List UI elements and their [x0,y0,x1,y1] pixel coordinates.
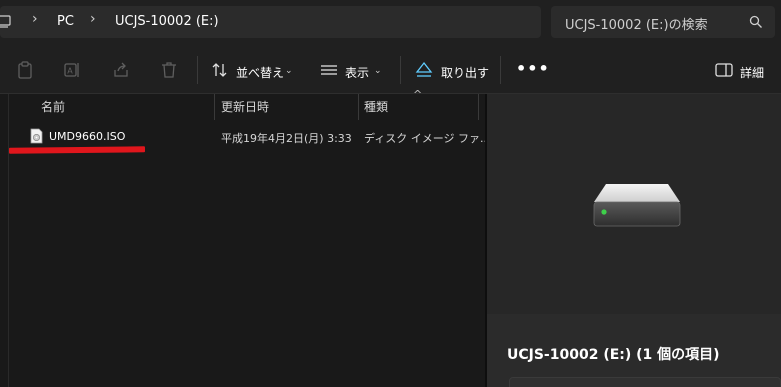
details-title: UCJS-10002 (E:) (1 個の項目) [507,347,720,363]
sort-icon [212,63,227,77]
column-resize-handle[interactable] [358,94,359,120]
nav-pane-border [8,94,9,387]
file-modified: 平成19年4月2日(月) 3:33 [221,132,352,145]
details-pane-icon [715,63,733,77]
share-icon[interactable] [112,61,130,79]
address-bar[interactable]: › PC › UCJS-10002 (E:) [0,6,541,38]
drive-icon [593,184,681,227]
eject-icon [415,61,433,77]
breadcrumb-separator[interactable]: › [90,11,96,27]
view-label: 表示 [345,66,370,80]
column-header-name[interactable]: 名前 [41,98,65,115]
paste-icon[interactable] [16,61,34,79]
search-icon [749,15,762,28]
more-options-button[interactable]: ••• [516,59,550,78]
file-list: 名前 更新日時 種類 ^ UMD9660.ISO 平成19年4月2日(月) 3:… [0,88,491,387]
pc-icon [0,15,11,28]
file-name: UMD9660.ISO [49,130,126,143]
disc-image-file-icon [30,128,43,144]
details-pane-label: 詳細 [740,66,765,80]
chevron-down-icon: ⌄ [285,66,293,76]
rename-icon[interactable]: A [63,61,81,79]
breadcrumb-separator[interactable]: › [32,11,38,27]
column-header-type[interactable]: 種類 [364,98,388,115]
column-header-modified[interactable]: 更新日時 [221,98,269,115]
file-type: ディスク イメージ ファ... [364,132,491,145]
command-bar: A 並べ替え ⌄ 表示 ⌄ 取り出す ••• 詳細 [0,46,781,94]
sort-label: 並べ替え [236,66,285,80]
toolbar-divider [197,56,198,84]
eject-label: 取り出す [441,66,490,80]
column-resize-handle[interactable] [214,94,215,120]
breadcrumb-drive[interactable]: UCJS-10002 (E:) [115,14,219,29]
search-placeholder: UCJS-10002 (E:)の検索 [565,18,708,33]
preview-area [487,94,781,314]
view-icon [321,65,337,75]
toolbar-divider [400,56,401,84]
details-pane: UCJS-10002 (E:) (1 個の項目) [487,94,781,387]
sort-caret-icon: ^ [413,88,423,101]
search-input[interactable]: UCJS-10002 (E:)の検索 [551,6,775,38]
svg-text:A: A [67,67,73,76]
chevron-down-icon: ⌄ [374,66,382,76]
breadcrumb-pc[interactable]: PC [57,14,74,29]
red-underline-annotation [8,146,146,154]
delete-icon[interactable] [160,61,178,79]
toolbar-divider [500,56,501,84]
address-bar-row: › PC › UCJS-10002 (E:) UCJS-10002 (E:)の検… [0,0,781,46]
column-resize-handle[interactable] [478,94,479,120]
details-info-box [509,377,781,387]
